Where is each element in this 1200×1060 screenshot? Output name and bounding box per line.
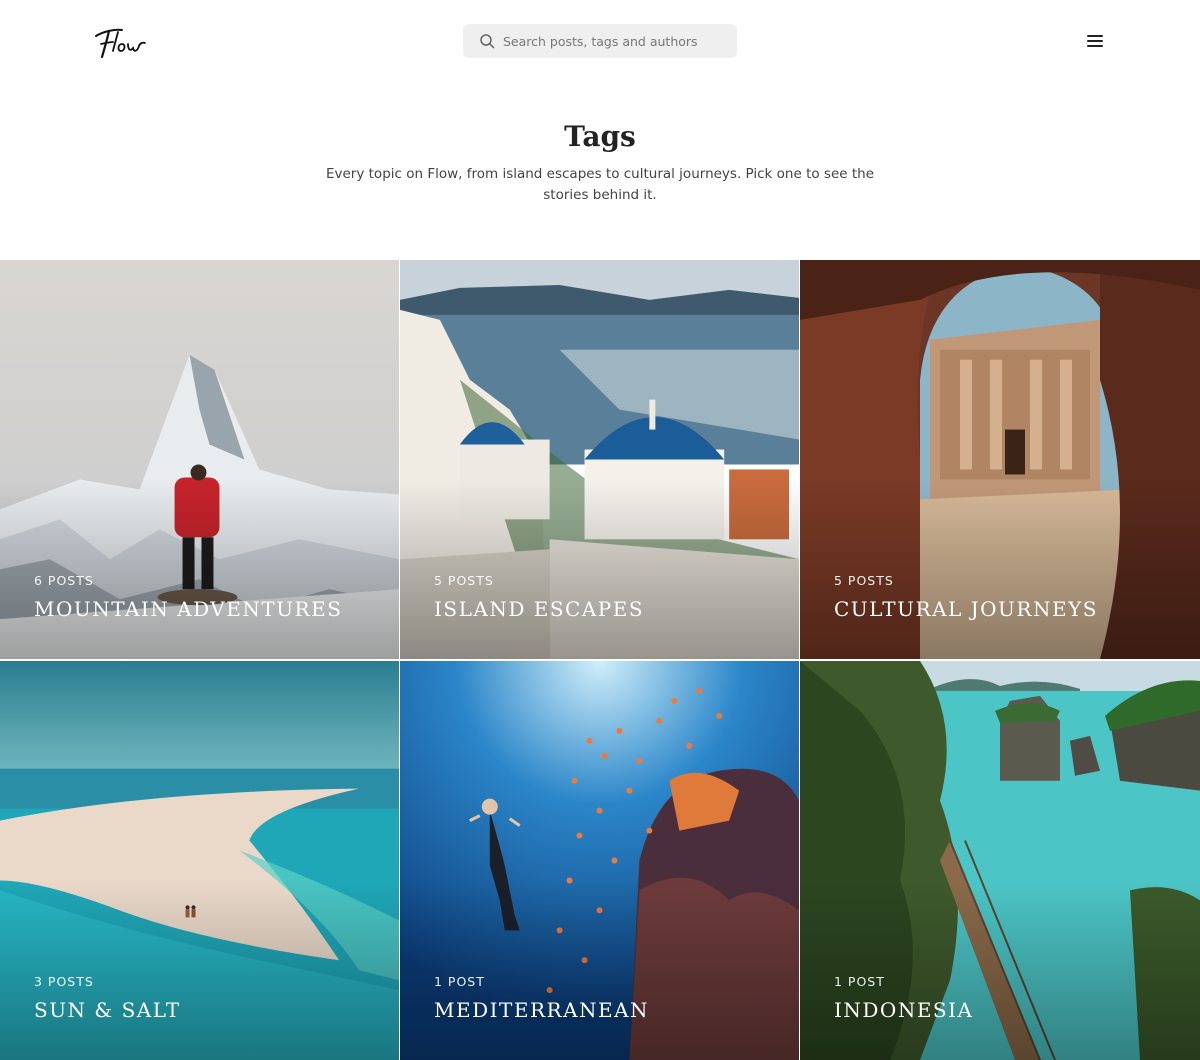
tag-card-indonesia[interactable]: 1 POST INDONESIA [800,661,1200,1060]
tag-name: ISLAND ESCAPES [434,597,645,621]
search-bar[interactable]: Search posts, tags and authors [463,24,737,58]
tag-name: MOUNTAIN ADVENTURES [34,597,343,621]
tag-name: INDONESIA [834,998,974,1022]
tag-card-cultural-journeys[interactable]: 5 POSTS CULTURAL JOURNEYS [800,260,1200,659]
tag-card-sun-and-salt[interactable]: 3 POSTS SUN & SALT [0,661,399,1060]
search-icon [479,33,495,49]
menu-button[interactable] [1085,32,1105,50]
tag-post-count: 6 POSTS [34,573,94,588]
flow-logo-wordmark [95,28,146,59]
tag-post-count: 1 POST [834,974,885,989]
tag-card-mountain-adventures[interactable]: 6 POSTS MOUNTAIN ADVENTURES [0,260,399,659]
hamburger-menu-icon [1087,35,1103,37]
tag-post-count: 5 POSTS [434,573,494,588]
site-header: Search posts, tags and authors [0,0,1200,82]
page-description: Every topic on Flow, from island escapes… [325,166,875,203]
flow-logo[interactable] [92,22,148,60]
tag-name: MEDITERRANEAN [434,998,650,1022]
tag-grid: 6 POSTS MOUNTAIN ADVENTURES 5 POSTS ISLA… [0,260,1200,1060]
tag-post-count: 3 POSTS [34,974,94,989]
tag-card-mediterranean[interactable]: 1 POST MEDITERRANEAN [400,661,799,1060]
search-input[interactable]: Search posts, tags and authors [503,34,698,49]
page-title: Tags [564,120,636,153]
tag-name: SUN & SALT [34,998,181,1022]
tag-name: CULTURAL JOURNEYS [834,597,1098,621]
tag-post-count: 1 POST [434,974,485,989]
tag-card-island-escapes[interactable]: 5 POSTS ISLAND ESCAPES [400,260,799,659]
tag-post-count: 5 POSTS [834,573,894,588]
